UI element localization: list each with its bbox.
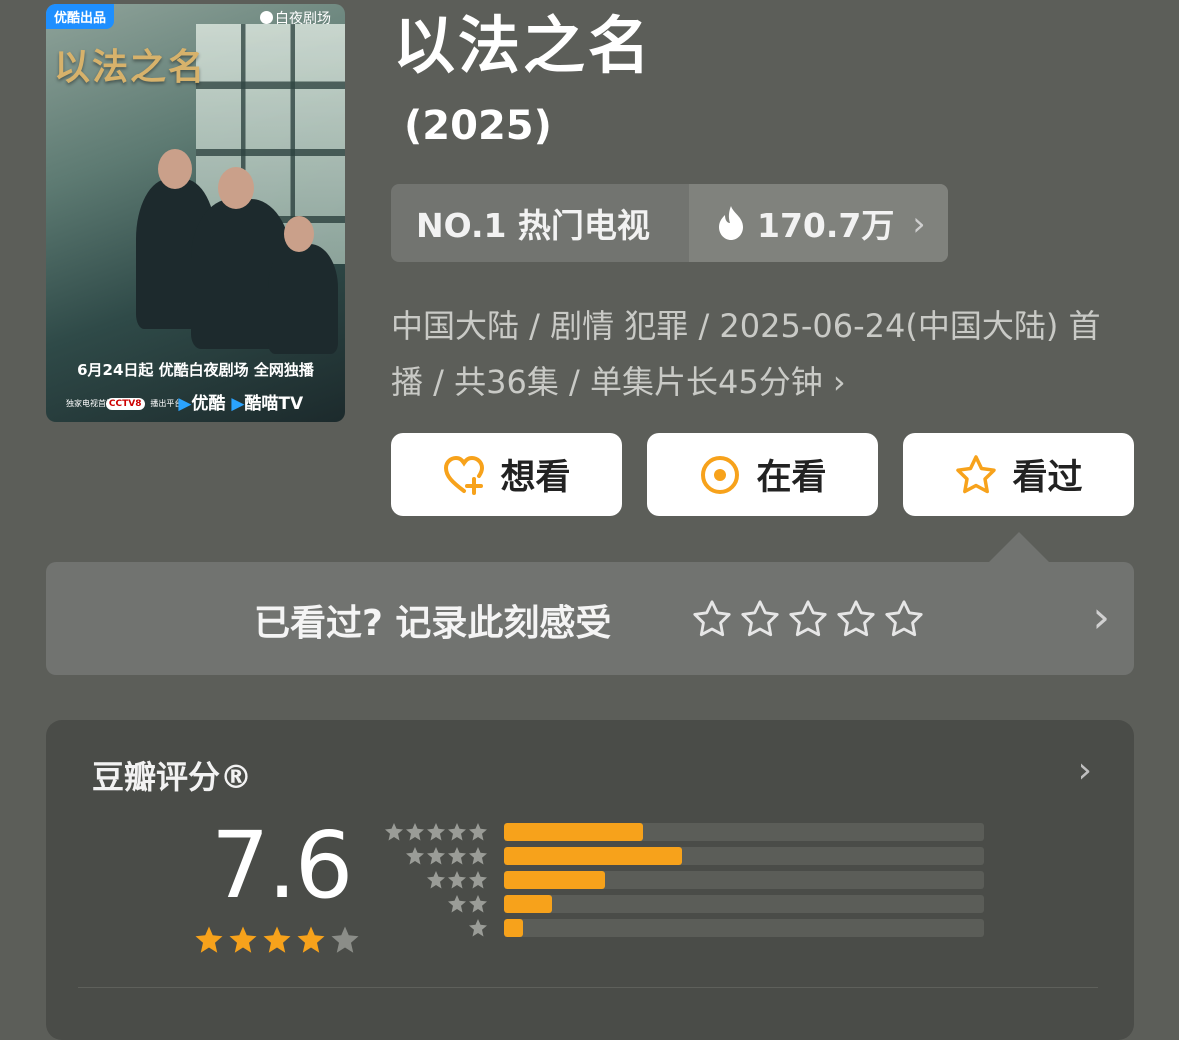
- star-gray-icon: [427, 823, 445, 841]
- network-logo-icon: [260, 11, 273, 24]
- star-gray-icon: [469, 895, 487, 913]
- star-filled-icon: [229, 926, 257, 953]
- fire-icon: [719, 206, 743, 240]
- heart-plus-icon: [444, 455, 485, 495]
- distribution-track: [504, 847, 984, 865]
- heat-value: 170.7万: [757, 206, 895, 245]
- rank-badge[interactable]: NO.1 热门电视 170.7万 ›: [391, 184, 948, 262]
- distribution-bar: [504, 823, 644, 841]
- rating-distribution: [384, 820, 984, 940]
- popover-pointer: [989, 532, 1049, 562]
- poster-face: [158, 149, 192, 189]
- star-outline-icon[interactable]: [691, 598, 733, 640]
- star-gray-icon: [406, 847, 424, 865]
- distribution-row-1: [384, 916, 984, 940]
- star-gray-icon: [448, 871, 466, 889]
- row-stars: [384, 870, 488, 890]
- row-stars: [384, 894, 488, 914]
- distribution-track: [504, 919, 984, 937]
- rating-star-input[interactable]: [691, 598, 925, 640]
- record-prompt: 已看过? 记录此刻感受: [254, 603, 612, 644]
- record-feeling-panel[interactable]: 已看过? 记录此刻感受 ›: [46, 562, 1134, 675]
- star-gray-icon: [448, 823, 466, 841]
- star-filled-icon: [195, 926, 223, 953]
- distribution-row-4: [384, 844, 984, 868]
- star-gray-icon: [448, 847, 466, 865]
- poster-airing-text: 6月24日起 优酷白夜剧场 全网独播: [77, 361, 314, 379]
- row-stars: [384, 846, 488, 866]
- movie-meta[interactable]: 中国大陆 / 剧情 犯罪 / 2025-06-24(中国大陆) 首播 / 共36…: [391, 298, 1121, 410]
- rating-score: 7.6: [211, 812, 353, 919]
- row-stars: [384, 918, 488, 938]
- distribution-track: [504, 823, 984, 841]
- star-outline-icon: [956, 454, 997, 493]
- watched-button[interactable]: 看过: [903, 433, 1134, 516]
- want-to-watch-button[interactable]: 想看: [391, 433, 622, 516]
- star-gray-icon: [427, 871, 445, 889]
- star-empty-icon: [331, 926, 359, 953]
- star-gray-icon: [385, 823, 403, 841]
- chevron-right-icon: ›: [832, 363, 846, 401]
- heat-section[interactable]: 170.7万 ›: [689, 184, 948, 262]
- star-gray-icon: [469, 823, 487, 841]
- star-gray-icon: [427, 847, 445, 865]
- want-label: 想看: [500, 458, 571, 498]
- distribution-row-3: [384, 868, 984, 892]
- rank-label: NO.1 热门电视: [416, 206, 650, 245]
- chevron-right-icon: ›: [912, 203, 926, 243]
- poster-figure: [268, 244, 338, 354]
- distribution-bar: [504, 919, 524, 937]
- target-circle-icon: [701, 455, 740, 494]
- star-gray-icon: [469, 919, 487, 937]
- distribution-track: [504, 895, 984, 913]
- star-gray-icon: [469, 871, 487, 889]
- star-filled-icon: [297, 926, 325, 953]
- star-filled-icon: [263, 926, 291, 953]
- chevron-right-icon[interactable]: ›: [1092, 592, 1110, 643]
- score-stars: [194, 925, 360, 955]
- divider: [78, 987, 1098, 988]
- poster-face: [284, 216, 314, 252]
- watched-label: 看过: [1012, 458, 1083, 498]
- star-outline-icon[interactable]: [883, 598, 925, 640]
- movie-year: (2025): [404, 103, 552, 149]
- poster-image[interactable]: 优酷出品 白夜剧场 以法之名 6月24日起 优酷白夜剧场 全网独播 独家电视首播…: [46, 4, 345, 422]
- rating-header: 豆瓣评分®: [92, 758, 253, 796]
- distribution-row-2: [384, 892, 984, 916]
- distribution-row-5: [384, 820, 984, 844]
- poster-face: [218, 167, 254, 209]
- star-outline-icon[interactable]: [739, 598, 781, 640]
- star-outline-icon[interactable]: [835, 598, 877, 640]
- star-gray-icon: [448, 895, 466, 913]
- poster-title-art: 以法之名: [54, 46, 207, 88]
- distribution-bar: [504, 871, 605, 889]
- watching-label: 在看: [756, 458, 827, 498]
- meta-text: 中国大陆 / 剧情 犯罪 / 2025-06-24(中国大陆) 首播 / 共36…: [391, 307, 1101, 401]
- kumiao-play-icon: ▶: [231, 394, 245, 414]
- watching-button[interactable]: 在看: [647, 433, 878, 516]
- poster-network: 白夜剧场: [260, 8, 331, 28]
- movie-title: 以法之名: [393, 9, 654, 82]
- douban-rating-card[interactable]: 豆瓣评分® › 7.6: [46, 720, 1134, 1040]
- distribution-track: [504, 871, 984, 889]
- star-outline-icon[interactable]: [787, 598, 829, 640]
- distribution-bar: [504, 895, 552, 913]
- poster-badge: 优酷出品: [46, 4, 115, 29]
- chevron-right-icon[interactable]: ›: [1078, 750, 1092, 791]
- star-gray-icon: [406, 823, 424, 841]
- star-gray-icon: [469, 847, 487, 865]
- row-stars: [384, 822, 488, 842]
- poster-platforms: 独家电视首播平台 CCTV8 播出平台 ▶优酷 ▶酷喵TV: [66, 394, 304, 414]
- distribution-bar: [504, 847, 682, 865]
- youku-play-icon: ▶: [178, 394, 192, 414]
